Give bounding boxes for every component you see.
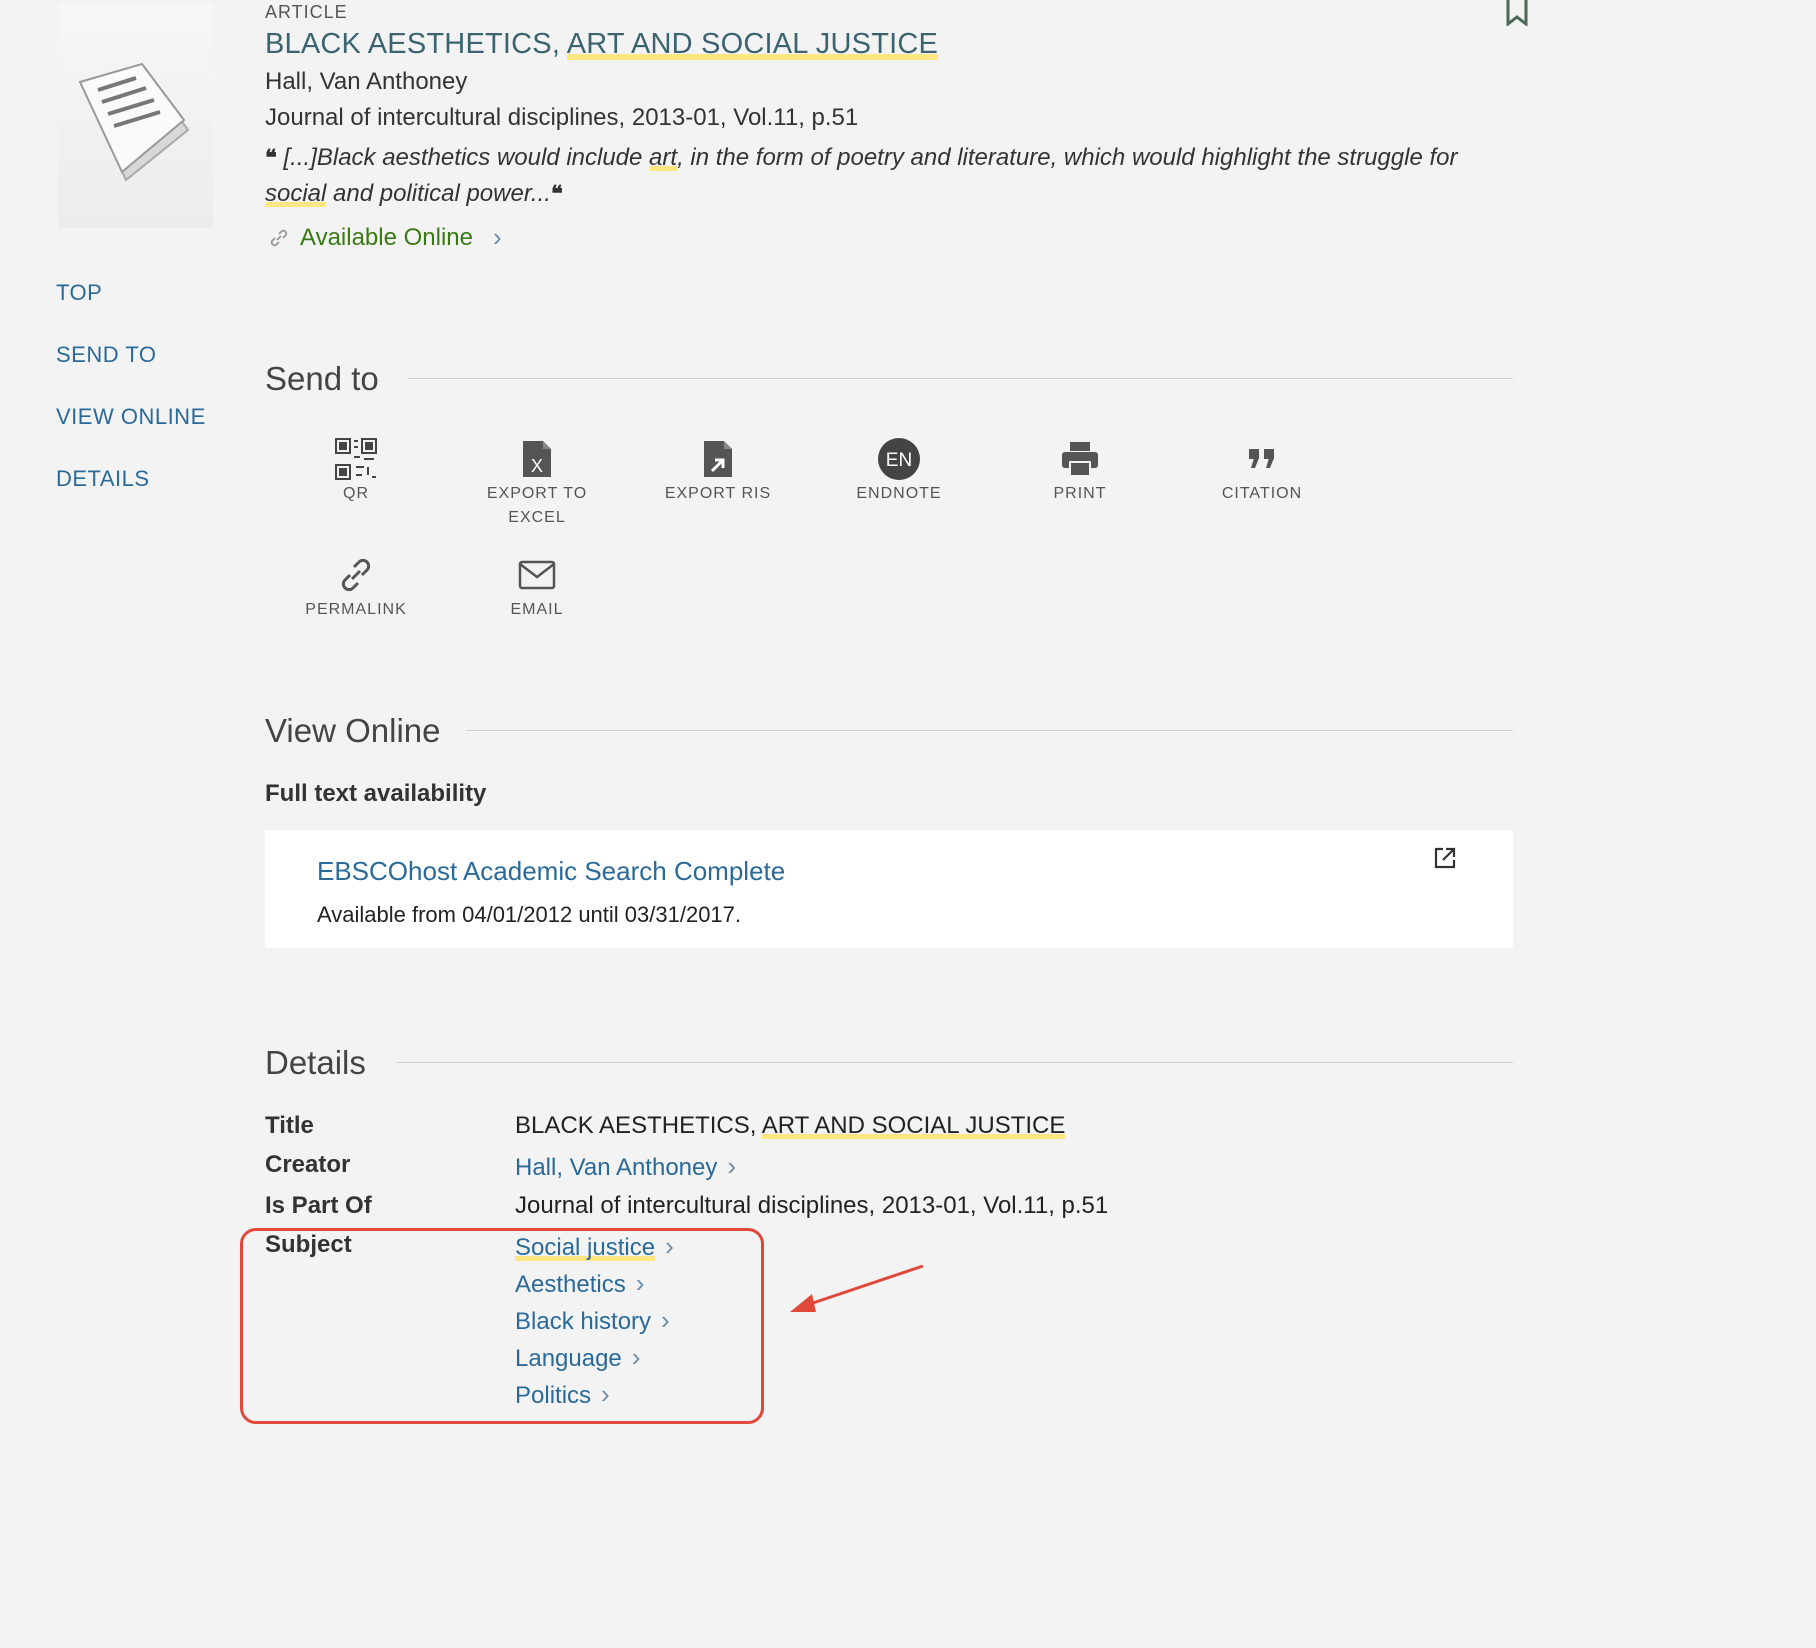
- svg-text:X: X: [531, 456, 543, 476]
- chevron-right-icon: ›: [493, 222, 502, 252]
- annotation-highlight-box: [240, 1228, 764, 1424]
- bookmark-icon[interactable]: [1505, 0, 1529, 26]
- email-button[interactable]: EMAIL: [457, 552, 617, 622]
- details-heading: Details: [265, 1044, 366, 1081]
- record-title[interactable]: BLACK AESTHETICS, ART AND SOCIAL JUSTICE: [265, 28, 939, 61]
- full-text-provider-card[interactable]: EBSCOhost Academic Search Complete Avail…: [265, 830, 1513, 948]
- nav-send-to[interactable]: SEND TO: [56, 342, 157, 368]
- close-quote-icon: ❝: [550, 181, 563, 206]
- details-divider: [396, 1062, 1513, 1063]
- details-title-label: Title: [265, 1112, 314, 1139]
- provider-link[interactable]: EBSCOhost Academic Search Complete: [317, 856, 785, 887]
- details-ispartof-label: Is Part Of: [265, 1192, 372, 1219]
- document-icon: [78, 62, 190, 182]
- export-excel-button[interactable]: X EXPORT TO EXCEL: [457, 436, 617, 530]
- endnote-button[interactable]: EN ENDNOTE: [819, 436, 979, 506]
- record-thumbnail: [58, 2, 213, 228]
- record-author: Hall, Van Anthoney: [265, 68, 468, 95]
- annotation-arrow-icon: [790, 1264, 924, 1312]
- citation-icon: [1249, 449, 1274, 468]
- view-online-heading: View Online: [265, 712, 441, 749]
- full-text-availability-label: Full text availability: [265, 780, 487, 807]
- external-link-icon[interactable]: [1433, 846, 1457, 870]
- email-icon: [518, 560, 556, 590]
- svg-text:EN: EN: [886, 450, 912, 471]
- nav-top[interactable]: TOP: [56, 280, 102, 306]
- open-quote-icon: ❝: [265, 145, 277, 170]
- creator-link[interactable]: Hall, Van Anthoney ›: [515, 1151, 736, 1182]
- qr-icon: [335, 438, 377, 480]
- citation-button[interactable]: CITATION: [1182, 436, 1342, 506]
- qr-button[interactable]: QR: [276, 436, 436, 506]
- available-online-link[interactable]: Available Online ›: [268, 222, 502, 253]
- endnote-icon: EN: [878, 438, 920, 480]
- print-icon: [1062, 442, 1098, 477]
- nav-view-online[interactable]: VIEW ONLINE: [56, 404, 206, 430]
- record-type: ARTICLE: [265, 2, 348, 22]
- details-creator-label: Creator: [265, 1151, 351, 1178]
- print-button[interactable]: PRINT: [1000, 436, 1160, 506]
- permalink-button[interactable]: PERMALINK: [276, 552, 436, 622]
- send-to-heading: Send to: [265, 360, 379, 397]
- send-to-divider: [408, 378, 1513, 379]
- coverage-text: Available from 04/01/2012 until 03/31/20…: [317, 902, 742, 927]
- chevron-right-icon: ›: [727, 1151, 737, 1181]
- record-snippet: ❝ [...]Black aesthetics would include ar…: [265, 144, 1458, 207]
- record-journal: Journal of intercultural disciplines, 20…: [265, 104, 859, 131]
- link-icon: [270, 229, 288, 246]
- details-title-value: BLACK AESTHETICS, ART AND SOCIAL JUSTICE: [515, 1112, 1066, 1139]
- excel-icon: X: [523, 441, 551, 477]
- export-ris-button[interactable]: EXPORT RIS: [638, 436, 798, 506]
- details-ispartof-value: Journal of intercultural disciplines, 20…: [515, 1192, 1109, 1219]
- permalink-icon: [341, 558, 371, 592]
- view-online-divider: [466, 730, 1513, 731]
- nav-details[interactable]: DETAILS: [56, 466, 150, 492]
- export-ris-icon: [704, 441, 732, 477]
